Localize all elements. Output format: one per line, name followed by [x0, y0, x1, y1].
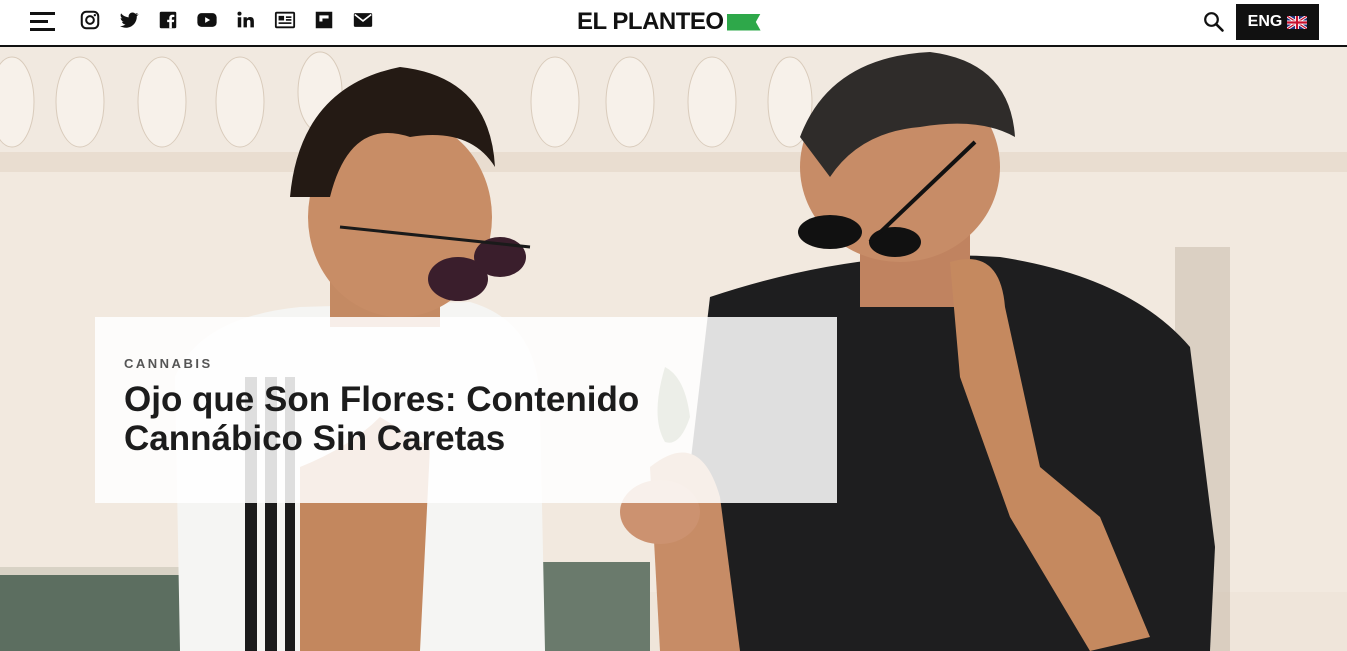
hero-section: CANNABIS Ojo que Son Flores: Contenido C…: [0, 47, 1347, 651]
social-links: [79, 9, 391, 31]
hamburger-menu-icon[interactable]: [30, 11, 55, 32]
search-icon[interactable]: [1203, 11, 1225, 33]
article-headline[interactable]: Ojo que Son Flores: Contenido Cannábico …: [124, 380, 764, 458]
mail-icon[interactable]: [352, 9, 374, 31]
language-label: ENG: [1247, 13, 1283, 30]
logo-flag-icon: [726, 13, 761, 31]
logo-text: EL PLANTEO: [577, 8, 724, 35]
site-header: EL PLANTEO ENG: [0, 0, 1347, 47]
uk-flag-icon: [1287, 15, 1308, 29]
youtube-icon[interactable]: [196, 9, 218, 31]
newspaper-icon[interactable]: [274, 9, 296, 31]
site-logo[interactable]: EL PLANTEO: [577, 8, 761, 36]
twitter-icon[interactable]: [118, 9, 140, 31]
article-category[interactable]: CANNABIS: [124, 356, 213, 371]
language-switch-button[interactable]: ENG: [1236, 4, 1319, 40]
featured-article-card[interactable]: CANNABIS Ojo que Son Flores: Contenido C…: [95, 317, 837, 503]
linkedin-icon[interactable]: [235, 9, 257, 31]
facebook-icon[interactable]: [157, 9, 179, 31]
instagram-icon[interactable]: [79, 9, 101, 31]
flipboard-icon[interactable]: [313, 9, 335, 31]
